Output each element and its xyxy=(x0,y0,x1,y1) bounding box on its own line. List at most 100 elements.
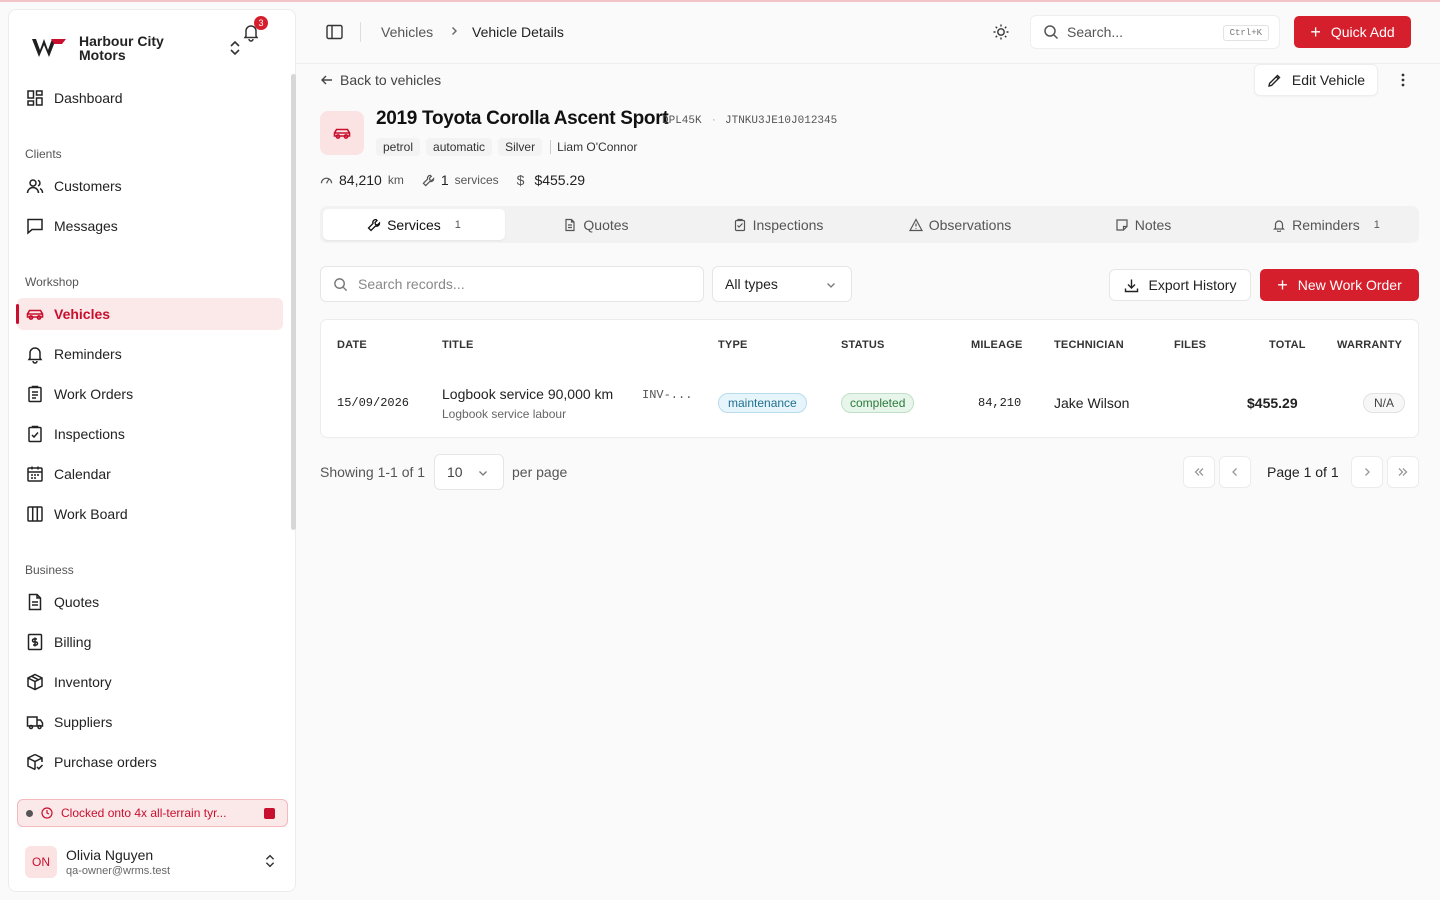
plus-icon: + xyxy=(1310,22,1321,42)
bell-icon xyxy=(1273,219,1286,232)
sidebar-item-inspections[interactable]: Inspections xyxy=(17,418,283,450)
row-title: Logbook service 90,000 km xyxy=(442,386,614,402)
section-business: Business xyxy=(25,563,74,577)
type-filter-select[interactable]: All types xyxy=(712,266,852,302)
dollar-receipt-icon xyxy=(27,633,43,651)
col-warranty: WARRANTY xyxy=(1337,339,1403,351)
global-search[interactable]: Search... Ctrl+K xyxy=(1030,15,1280,49)
service-records-table: DATE TITLE TYPE STATUS MILEAGE TECHNICIA… xyxy=(320,319,1419,438)
top-header: Vehicles Vehicle Details Search... Ctrl+… xyxy=(296,0,1440,64)
edit-vehicle-button[interactable]: Edit Vehicle xyxy=(1254,64,1378,96)
chevron-right-icon xyxy=(1365,468,1370,476)
sidebar-item-work-board[interactable]: Work Board xyxy=(17,498,283,530)
sidebar-item-calendar[interactable]: Calendar xyxy=(17,458,283,490)
bell-icon xyxy=(27,347,43,364)
sidebar-item-label: Messages xyxy=(54,218,118,234)
tag-divider xyxy=(550,140,552,154)
clipboard-check-icon xyxy=(28,425,42,443)
sidebar-item-billing[interactable]: Billing xyxy=(17,626,283,658)
per-page-value: 10 xyxy=(447,464,463,480)
row-total: $455.29 xyxy=(1247,395,1298,411)
file-text-icon xyxy=(28,593,42,611)
row-invoice: INV-... xyxy=(642,388,693,402)
tab-services[interactable]: Services 1 xyxy=(323,209,505,240)
pagination-summary: Showing 1-1 of 1 xyxy=(320,464,426,480)
records-search-input[interactable] xyxy=(358,276,678,292)
export-history-button[interactable]: Export History xyxy=(1109,269,1251,301)
breadcrumb-current: Vehicle Details xyxy=(472,24,564,40)
sidebar-item-label: Vehicles xyxy=(54,306,111,322)
sidebar-item-messages[interactable]: Messages xyxy=(17,210,283,242)
dollar-icon: $ xyxy=(516,172,525,188)
sidebar-item-label: Work Board xyxy=(54,506,128,522)
vehicle-tabs: Services 1 Quotes Inspections Observatio… xyxy=(320,206,1419,243)
col-type: TYPE xyxy=(718,339,748,351)
sidebar-item-label: Customers xyxy=(54,178,122,194)
back-to-vehicles-link[interactable]: Back to vehicles xyxy=(320,72,441,88)
col-files: FILES xyxy=(1174,339,1207,351)
clipboard-check-icon xyxy=(734,218,745,231)
package-icon xyxy=(27,673,43,691)
chevron-right-icon xyxy=(452,27,457,35)
brand-logo-icon xyxy=(32,39,66,57)
quick-add-button[interactable]: + Quick Add xyxy=(1294,16,1411,48)
tab-observations[interactable]: Observations xyxy=(870,209,1050,240)
sidebar-item-label: Inventory xyxy=(54,674,112,690)
breadcrumb-vehicles[interactable]: Vehicles xyxy=(381,24,433,40)
quick-add-label: Quick Add xyxy=(1330,24,1395,40)
sidebar-item-purchase-orders[interactable]: Purchase orders xyxy=(17,746,283,778)
vehicle-title: 2019 Toyota Corolla Ascent Sport xyxy=(376,108,669,129)
sidebar-item-inventory[interactable]: Inventory xyxy=(17,666,283,698)
car-icon xyxy=(333,128,351,139)
sidebar-item-customers[interactable]: Customers xyxy=(17,170,283,202)
tab-reminders[interactable]: Reminders 1 xyxy=(1236,209,1416,240)
sidebar-item-reminders[interactable]: Reminders xyxy=(17,338,283,370)
odometer-value: 84,210 xyxy=(339,172,382,188)
toggle-sidebar-icon[interactable] xyxy=(326,24,343,40)
sidebar-item-quotes[interactable]: Quotes xyxy=(17,586,283,618)
sidebar: Harbour City Motors 3 Dashboard Clients … xyxy=(8,9,296,892)
more-vertical-icon[interactable] xyxy=(1397,72,1409,88)
next-page-button[interactable] xyxy=(1351,456,1383,488)
first-page-button[interactable] xyxy=(1183,456,1215,488)
clock-in-banner[interactable]: Clocked onto 4x all-terrain tyr... xyxy=(17,799,288,827)
sidebar-scrollbar[interactable] xyxy=(291,74,296,530)
colour-tag: Silver xyxy=(498,138,543,156)
records-search[interactable] xyxy=(320,266,704,302)
col-mileage: MILEAGE xyxy=(971,339,1023,351)
plus-icon: + xyxy=(1277,275,1288,295)
sidebar-item-work-orders[interactable]: Work Orders xyxy=(17,378,283,410)
per-page-label: per page xyxy=(512,464,568,480)
tab-quotes[interactable]: Quotes xyxy=(506,209,686,240)
edit-vehicle-label: Edit Vehicle xyxy=(1291,72,1366,88)
arrow-left-icon xyxy=(321,75,332,85)
user-menu[interactable]: ON Olivia Nguyen qa-owner@wrms.test xyxy=(25,842,285,882)
tab-label: Quotes xyxy=(583,216,629,233)
per-page-select[interactable]: 10 xyxy=(434,454,504,490)
tab-label: Inspections xyxy=(752,216,824,233)
last-page-button[interactable] xyxy=(1387,456,1419,488)
tab-notes[interactable]: Notes xyxy=(1050,209,1236,240)
stop-timer-icon[interactable] xyxy=(264,808,275,819)
sidebar-item-vehicles[interactable]: Vehicles xyxy=(16,298,283,330)
sidebar-item-dashboard[interactable]: Dashboard xyxy=(17,82,283,114)
sun-icon[interactable] xyxy=(992,23,1010,41)
vehicle-tags: petrol automatic Silver Liam O'Connor xyxy=(376,138,637,156)
sidebar-item-label: Suppliers xyxy=(54,714,113,730)
odometer-unit: km xyxy=(387,173,404,187)
col-technician: TECHNICIAN xyxy=(1054,339,1124,351)
col-date: DATE xyxy=(337,339,367,351)
columns-icon xyxy=(27,506,43,522)
wrench-icon xyxy=(367,218,381,231)
tab-inspections[interactable]: Inspections xyxy=(686,209,870,240)
fuel-tag: petrol xyxy=(376,138,421,156)
car-icon xyxy=(26,309,44,320)
clock-banner-text: Clocked onto 4x all-terrain tyr... xyxy=(61,806,227,820)
col-total: TOTAL xyxy=(1269,339,1306,351)
new-work-order-button[interactable]: + New Work Order xyxy=(1260,269,1419,301)
previous-page-button[interactable] xyxy=(1219,456,1251,488)
new-work-order-label: New Work Order xyxy=(1297,277,1402,293)
sidebar-item-suppliers[interactable]: Suppliers xyxy=(17,706,283,738)
vehicle-owner-link[interactable]: Liam O'Connor xyxy=(557,140,637,154)
chevrons-left-icon xyxy=(1194,468,1204,476)
